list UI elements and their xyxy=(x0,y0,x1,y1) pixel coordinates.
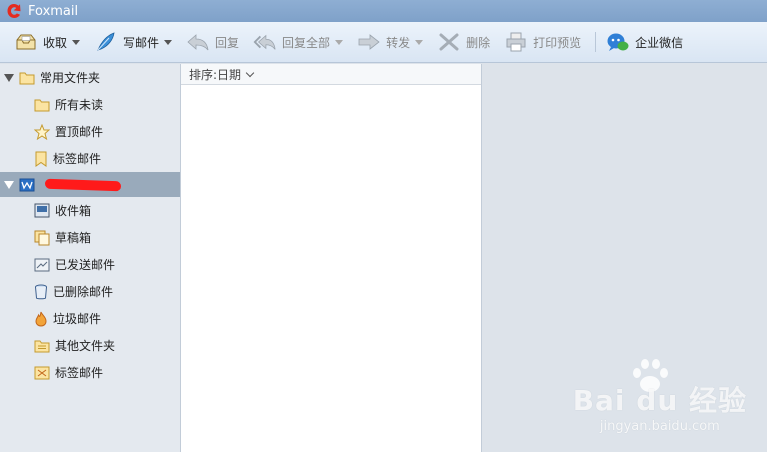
window-title: Foxmail xyxy=(28,3,79,19)
folder-icon xyxy=(34,99,50,111)
receive-dropdown-caret-icon[interactable] xyxy=(72,39,81,45)
sidebar-item-tagged-mail[interactable]: 标签邮件 xyxy=(0,145,180,172)
bookmark-tag-icon xyxy=(35,151,47,167)
common-folders-title: 常用文件夹 xyxy=(40,71,101,85)
account-header[interactable] xyxy=(0,172,180,197)
star-icon xyxy=(34,123,50,140)
collapse-triangle-icon[interactable] xyxy=(4,73,14,82)
forward-button[interactable]: 转发 xyxy=(357,28,424,56)
mail-account-icon xyxy=(19,178,35,191)
baidu-jingyan-watermark: Bai du 经验 jingyan.baidu.com xyxy=(573,379,747,434)
sidebar-item-account-tagged-mail[interactable]: 标签邮件 xyxy=(0,359,180,386)
main-toolbar: 收取 写邮件 回复 回复全部 转发 删除 打印预览 企业微信 xyxy=(0,22,767,63)
sidebar-item-other-folders[interactable]: 其他文件夹 xyxy=(0,332,180,359)
sidebar-item-junk[interactable]: 垃圾邮件 xyxy=(0,305,180,332)
fire-icon xyxy=(35,311,47,327)
preview-pane: Bai du 经验 jingyan.baidu.com xyxy=(482,64,767,452)
compose-button[interactable]: 写邮件 xyxy=(94,28,173,56)
reply-button[interactable]: 回复 xyxy=(186,28,239,56)
forward-arrow-icon xyxy=(357,31,381,53)
sidebar-item-deleted[interactable]: 已删除邮件 xyxy=(0,278,180,305)
compose-dropdown-caret-icon[interactable] xyxy=(164,39,173,45)
message-list-pane: 排序:日期 xyxy=(181,64,482,452)
watermark-url: jingyan.baidu.com xyxy=(599,419,720,434)
toolbar-separator xyxy=(595,32,597,52)
sidebar-item-pinned-mail[interactable]: 置顶邮件 xyxy=(0,118,180,145)
drafts-icon xyxy=(34,230,50,245)
forward-dropdown-caret-icon[interactable] xyxy=(415,39,424,45)
sidebar-item-sent[interactable]: 已发送邮件 xyxy=(0,251,180,278)
foxmail-logo-icon xyxy=(7,4,21,18)
title-bar: Foxmail xyxy=(0,0,767,22)
delete-button[interactable]: 删除 xyxy=(437,28,490,56)
sidebar-item-all-unread[interactable]: 所有未读 xyxy=(0,91,180,118)
reply-all-dropdown-caret-icon[interactable] xyxy=(335,39,344,45)
chevron-down-icon xyxy=(245,68,255,77)
tag-folder-icon xyxy=(34,366,50,379)
printer-icon xyxy=(504,31,528,53)
watermark-main-text: Bai du 经验 xyxy=(572,384,747,417)
reply-all-button[interactable]: 回复全部 xyxy=(253,28,344,56)
enterprise-wechat-button[interactable]: 企业微信 xyxy=(606,28,683,56)
print-preview-button[interactable]: 打印预览 xyxy=(504,28,581,56)
delete-x-icon xyxy=(437,31,461,53)
folder-icon xyxy=(19,72,35,84)
folder-icon xyxy=(34,340,50,352)
inbox-tray-icon xyxy=(14,31,38,53)
trash-bin-icon xyxy=(35,284,47,299)
receive-button[interactable]: 收取 xyxy=(14,28,81,56)
redacted-account-name xyxy=(45,178,121,191)
sent-mail-icon xyxy=(34,258,50,271)
reply-all-arrow-icon xyxy=(253,31,277,53)
folder-sidebar: 常用文件夹 所有未读 置顶邮件 标签邮件 收件箱 草稿箱 已发送邮件 已删除邮件… xyxy=(0,64,181,452)
common-folders-header[interactable]: 常用文件夹 xyxy=(0,64,180,91)
inbox-icon xyxy=(34,203,50,218)
sort-dropdown[interactable]: 排序:日期 xyxy=(181,64,481,85)
sidebar-item-drafts[interactable]: 草稿箱 xyxy=(0,224,180,251)
sidebar-item-inbox[interactable]: 收件箱 xyxy=(0,197,180,224)
wechat-chat-icon xyxy=(606,31,630,53)
reply-arrow-icon xyxy=(186,31,210,53)
feather-pen-icon xyxy=(94,31,118,53)
collapse-triangle-icon[interactable] xyxy=(4,180,14,189)
